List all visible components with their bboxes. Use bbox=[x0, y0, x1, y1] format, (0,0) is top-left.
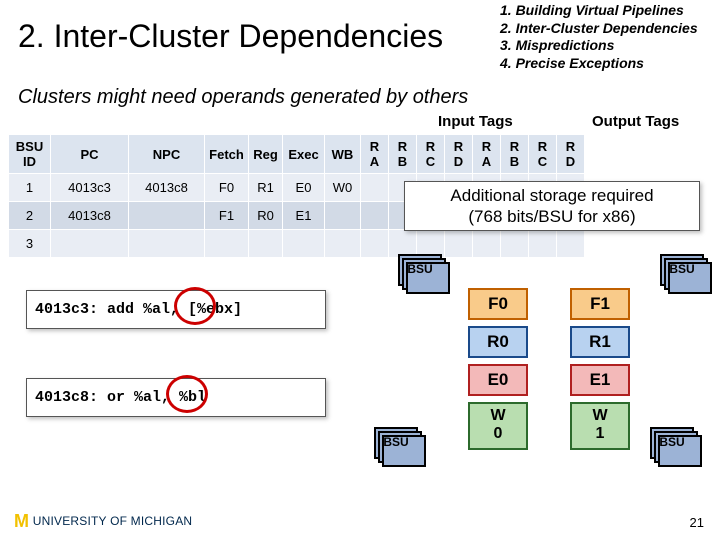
page-number: 21 bbox=[690, 515, 704, 530]
col-rd: R D bbox=[445, 135, 473, 174]
bsu-label: BSU bbox=[374, 435, 418, 449]
bsu-stack-icon: BSU bbox=[660, 254, 704, 286]
bsu-stack-icon: BSU bbox=[650, 427, 694, 459]
cell: F1 bbox=[205, 202, 249, 230]
cell: 4013c8 bbox=[129, 174, 205, 202]
stage-fetch-0: F0 bbox=[468, 288, 528, 320]
umich-logo: M UNIVERSITY OF MICHIGAN bbox=[14, 511, 192, 532]
col-rb: R B bbox=[389, 135, 417, 174]
col-wb: WB bbox=[325, 135, 361, 174]
cell: 2 bbox=[9, 202, 51, 230]
block-m-icon: M bbox=[14, 511, 29, 531]
input-tags-header: Input Tags bbox=[438, 113, 513, 130]
cell: 4013c3 bbox=[51, 174, 129, 202]
callout-line-1: Additional storage required bbox=[405, 185, 699, 206]
callout-line-2: (768 bits/BSU for x86) bbox=[405, 206, 699, 227]
cell: W0 bbox=[325, 174, 361, 202]
outline-item-2: 2. Inter-Cluster Dependencies bbox=[500, 20, 720, 38]
wb-label: W bbox=[470, 407, 526, 425]
wb-index: 1 bbox=[572, 425, 628, 443]
table-row: 3 bbox=[9, 230, 585, 258]
wb-label: W bbox=[572, 407, 628, 425]
cell: E1 bbox=[283, 202, 325, 230]
cell: 1 bbox=[9, 174, 51, 202]
col-rc: R C bbox=[417, 135, 445, 174]
col-bsu-id: BSU ID bbox=[9, 135, 51, 174]
col-wd: R D bbox=[557, 135, 585, 174]
bsu-stack-icon: BSU bbox=[398, 254, 442, 286]
outline-item-3: 3. Mispredictions bbox=[500, 37, 720, 55]
stage-wb-1: W 1 bbox=[570, 402, 630, 450]
cell: 4013c8 bbox=[51, 202, 129, 230]
output-tags-header: Output Tags bbox=[592, 113, 679, 130]
cell: E0 bbox=[283, 174, 325, 202]
storage-callout: Additional storage required (768 bits/BS… bbox=[404, 181, 700, 231]
slide-title: 2. Inter-Cluster Dependencies bbox=[18, 18, 443, 55]
stage-reg-0: R0 bbox=[468, 326, 528, 358]
stage-exec-1: E1 bbox=[570, 364, 630, 396]
stage-wb-0: W 0 bbox=[468, 402, 528, 450]
stage-fetch-1: F1 bbox=[570, 288, 630, 320]
col-ra: R A bbox=[361, 135, 389, 174]
outline-item-1: 1. Building Virtual Pipelines bbox=[500, 2, 720, 20]
stage-reg-1: R1 bbox=[570, 326, 630, 358]
cell bbox=[325, 202, 361, 230]
cell: F0 bbox=[205, 174, 249, 202]
slide-subtitle: Clusters might need operands generated b… bbox=[18, 86, 468, 109]
cell: R0 bbox=[249, 202, 283, 230]
cell: R1 bbox=[249, 174, 283, 202]
bsu-stack-icon: BSU bbox=[374, 427, 418, 459]
col-wc: R C bbox=[529, 135, 557, 174]
col-reg: Reg bbox=[249, 135, 283, 174]
logo-text: UNIVERSITY OF MICHIGAN bbox=[33, 514, 193, 528]
bsu-label: BSU bbox=[650, 435, 694, 449]
outline-item-4: 4. Precise Exceptions bbox=[500, 55, 720, 73]
cell: 3 bbox=[9, 230, 51, 258]
col-fetch: Fetch bbox=[205, 135, 249, 174]
col-pc: PC bbox=[51, 135, 129, 174]
col-exec: Exec bbox=[283, 135, 325, 174]
col-npc: NPC bbox=[129, 135, 205, 174]
cell bbox=[129, 202, 205, 230]
col-wb2: R B bbox=[501, 135, 529, 174]
wb-index: 0 bbox=[470, 425, 526, 443]
stage-exec-0: E0 bbox=[468, 364, 528, 396]
bsu-label: BSU bbox=[398, 262, 442, 276]
bsu-label: BSU bbox=[660, 262, 704, 276]
circle-annotation-icon bbox=[174, 287, 216, 325]
col-wa: R A bbox=[473, 135, 501, 174]
circle-annotation-icon bbox=[166, 375, 208, 413]
outline-list: 1. Building Virtual Pipelines 2. Inter-C… bbox=[500, 2, 720, 72]
